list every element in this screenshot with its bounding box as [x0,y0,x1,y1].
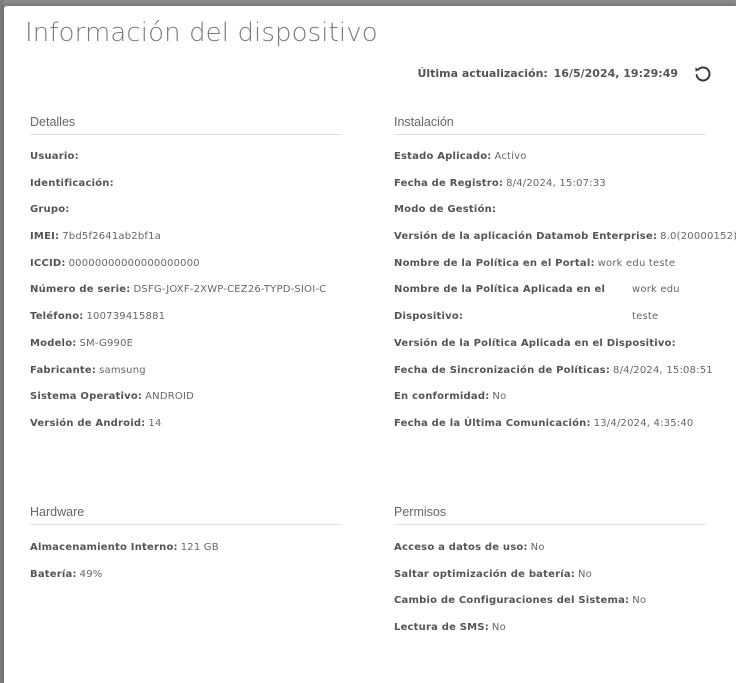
info-value: 49% [79,568,103,580]
info-value: teste [632,311,659,323]
info-label: Fabricante: [30,364,97,376]
info-label: Almacenamiento Interno: [30,542,178,553]
info-row: Cambio de Configuraciones del Sistema: No [394,593,706,620]
info-value: No [491,622,506,634]
info-row: Sistema Operativo: ANDROID [30,389,342,416]
info-label: Fecha de Sincronización de Políticas: [394,364,611,376]
info-value: 14 [148,417,162,429]
info-label: Identificación: [30,177,114,189]
info-label: En conformidad: [394,391,490,403]
section-detalles: Detalles Usuario: Identificación: Grupo: IM… [30,115,342,443]
info-value: 13/4/2024, 4:35:40 [593,417,694,429]
info-label: Usuario: [30,151,79,162]
info-row: Fecha de Sincronización de Políticas: 8/4… [394,363,713,390]
info-label: Modo de Gestión: [394,204,497,216]
info-row: Número de serie: DSFG-JOXF-2XWP-CEZ26-TYP… [30,282,342,309]
info-label: Sistema Operativo: [30,391,143,403]
info-value: 100739415881 [86,311,166,323]
info-label: Acceso a datos de uso: [394,542,528,553]
section-heading: Hardware [30,505,342,525]
info-label: Teléfono: [30,311,84,323]
section-permisos: Permisos Acceso a datos de uso: No Saltar … [394,505,706,647]
info-value: No [578,568,592,580]
info-label: Lectura de SMS: [394,622,489,634]
info-row: Grupo: [30,202,342,229]
info-row: Modo de Gestión: [394,202,706,229]
info-label: Nombre de la Política Aplicada en el [394,284,606,296]
info-value: 121 GB [180,542,219,553]
refresh-button[interactable] [693,64,713,84]
info-row: Modelo: SM-G990E [30,336,342,363]
info-label: Versión de la Política Aplicada en el Di… [394,337,676,349]
section-heading: Permisos [394,505,706,525]
info-value: ANDROID [145,391,195,403]
info-value: samsung [99,364,146,376]
info-row: IMEI: 7bd5f2641ab2bf1a [30,229,342,256]
info-value: No [530,542,545,553]
info-value: work edu teste [597,257,676,269]
info-value: DSFG-JOXF-2XWP-CEZ26-TYPD-SIOI-C [133,284,327,296]
info-row: Nombre de la Política en el Portal: work … [394,256,706,283]
info-value: work edu [632,284,680,296]
info-row: Estado Aplicado: Activo [394,149,706,176]
info-row: Versión de la Política Aplicada en el Di… [394,336,706,363]
info-label: Estado Aplicado: [394,151,492,162]
device-info-dialog: Información del dispositivo Última actua… [4,6,736,683]
last-update-value: 16/5/2024, 19:29:49 [553,67,678,80]
info-row: Fabricante: samsung [30,363,342,390]
section-instalacion: Instalación Estado Aplicado: Activo Fecha … [394,115,736,443]
info-row: ICCID: 00000000000000000000 [30,256,342,283]
info-value: No [632,595,647,607]
info-row: Fecha de la Última Comunicación: 13/4/202… [394,416,706,443]
info-value: 8/4/2024, 15:08:51 [613,364,713,376]
info-label: Número de serie: [30,284,131,296]
info-row: Lectura de SMS: No [394,620,706,647]
info-row-politica-aplicada: Nombre de la Política Aplicada en el Dis… [394,282,706,335]
info-label: Fecha de Registro: [394,177,504,189]
info-value: 00000000000000000000 [68,257,200,269]
info-row: Usuario: [30,149,342,176]
info-row: Acceso a datos de uso: No [394,540,706,567]
info-label: Modelo: [30,337,77,349]
info-label: Versión de Android: [30,417,146,429]
info-row: En conformidad: No [394,389,706,416]
info-label: Grupo: [30,204,70,216]
info-label: Saltar optimización de batería: [394,568,575,580]
info-row: Versión de Android: 14 [30,416,342,443]
info-label: Nombre de la Política en el Portal: [394,257,595,269]
section-heading: Detalles [30,115,342,135]
info-row: Versión de la aplicación Datamob Enterpr… [394,229,736,256]
info-value: SM-G990E [79,337,134,349]
refresh-icon [695,66,711,82]
info-label: Fecha de la Última Comunicación: [394,417,591,429]
info-label: Dispositivo: [394,311,464,323]
section-heading: Instalación [394,115,706,135]
info-label: Cambio de Configuraciones del Sistema: [394,595,630,607]
info-label: Versión de la aplicación Datamob Enterpr… [394,231,658,243]
info-row: Teléfono: 100739415881 [30,309,342,336]
info-row: Almacenamiento Interno: 121 GB [30,540,342,567]
info-row: Fecha de Registro: 8/4/2024, 15:07:33 [394,176,706,203]
last-update-label: Última actualización: [417,67,548,80]
info-label: IMEI: [30,231,60,243]
info-label: ICCID: [30,257,66,269]
info-value: 8.0(20000152) [660,231,736,243]
info-value: Activo [494,151,527,162]
info-value: No [492,391,507,403]
info-row: Identificación: [30,176,342,203]
info-value: 7bd5f2641ab2bf1a [62,231,162,243]
info-label: Batería: [30,568,77,580]
info-row: Saltar optimización de batería: No [394,567,706,594]
section-hardware: Hardware Almacenamiento Interno: 121 GB Ba… [30,505,342,593]
info-value: 8/4/2024, 15:07:33 [506,177,606,189]
dialog-title: Información del dispositivo [25,18,378,48]
info-row: Batería: 49% [30,567,342,594]
last-update: Última actualización: 16/5/2024, 19:29:4… [417,67,678,80]
